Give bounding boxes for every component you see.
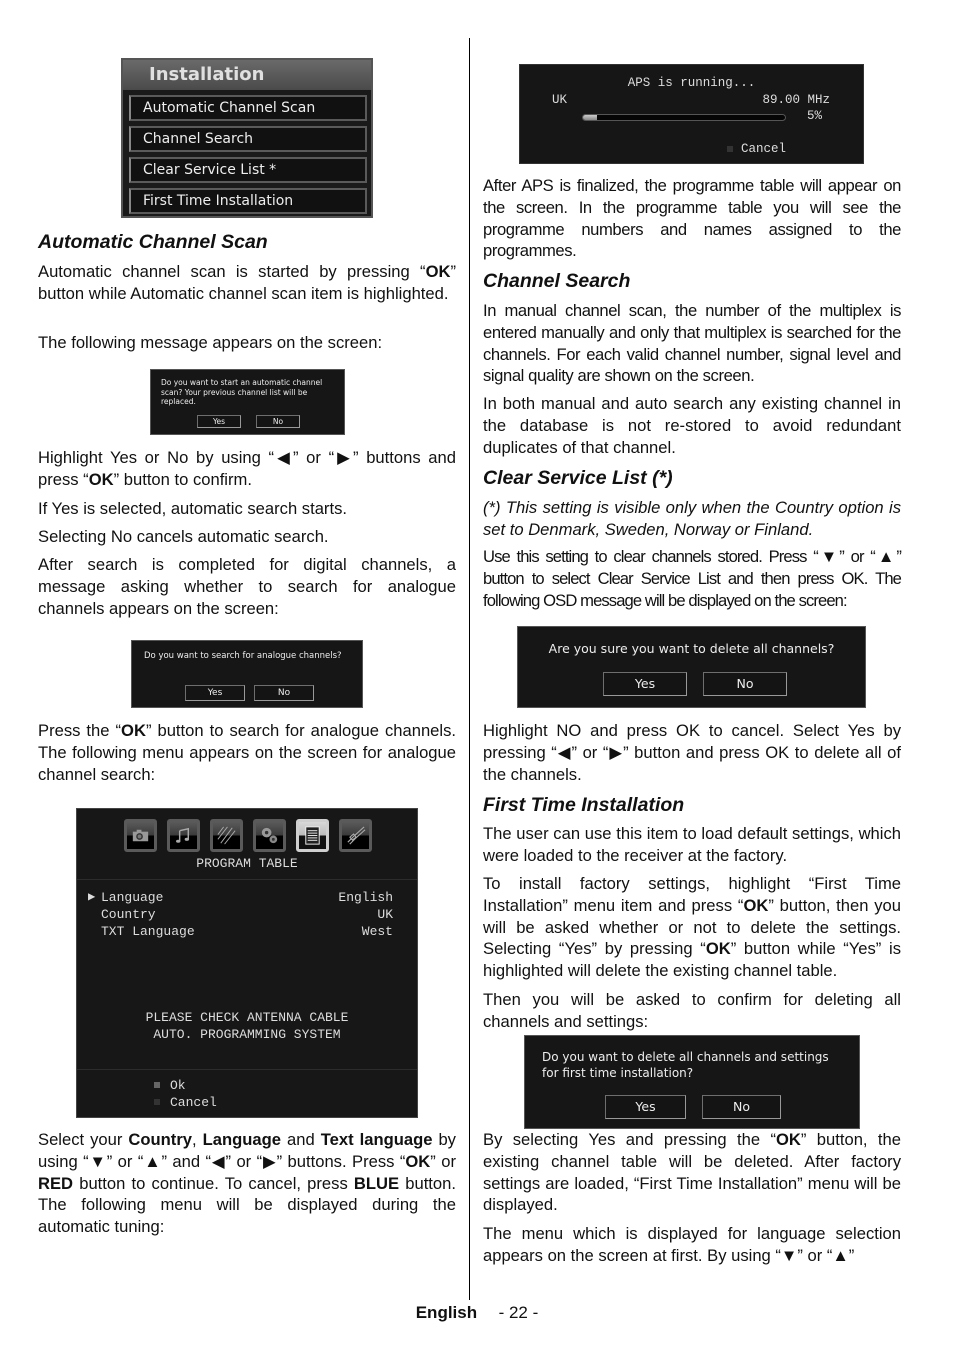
cable-connector-icon [339,819,372,852]
camera-icon [124,819,157,852]
row-label: Country [101,907,156,922]
document-list-icon [296,819,329,852]
program-table-ok-option: Ok [170,1078,186,1093]
heading-clear-service-list: Clear Service List (*) [483,467,673,489]
aps-country: UK [552,93,568,107]
aps-progress-bar [582,114,786,121]
program-table-screenshot: PROGRAM TABLE ▶ Language English Country… [76,808,418,1118]
ok-indicator-icon [154,1082,160,1088]
paragraph-after-search: After search is completed for digital ch… [38,555,456,618]
heading-first-time-installation: First Time Installation [483,794,685,816]
program-table-separator [77,879,417,880]
row-value: English [338,890,393,905]
dialog-first-time-screenshot: Do you want to delete all channels and s… [524,1035,860,1129]
paragraph-clear-channels: Use this setting to clear channels store… [483,547,902,610]
dialog-start-scan-no-button: No [256,415,300,428]
footer-page-number: - 22 - [498,1303,539,1322]
program-table-message-line2: AUTO. PROGRAMMING SYSTEM [153,1027,341,1042]
dialog-analogue-no-button: No [254,685,314,701]
program-table-row-language: ▶ Language English [88,890,393,905]
dialog-delete-all-message: Are you sure you want to delete all chan… [548,641,835,656]
dialog-first-time-no-button: No [702,1095,781,1119]
program-table-title: PROGRAM TABLE [196,856,298,871]
dialog-start-scan-yes-button: Yes [197,415,241,428]
row-label: TXT Language [101,924,195,939]
aps-frequency: 89.00 MHz [762,93,830,107]
cancel-indicator-icon [727,146,733,152]
installation-menu-screenshot: Installation Automatic Channel Scan Chan… [121,58,373,218]
menu-item-automatic-channel-scan: Automatic Channel Scan [129,95,367,121]
menu-item-channel-search: Channel Search [129,126,367,152]
paragraph-manual-auto-search: In both manual and auto search any exist… [483,394,901,457]
aps-title: APS is running... [627,76,756,90]
paragraph-select-country-language: Select your Country, Language and Text l… [38,1130,456,1237]
paragraph-by-selecting-yes: By selecting Yes and pressing the “OK” b… [483,1130,901,1215]
page-footer: English - 22 - [0,1303,954,1323]
paragraph-auto-scan-intro: Automatic channel scan is started by pre… [38,262,456,303]
aps-progress-fill [583,115,598,120]
dialog-analogue-screenshot: Do you want to search for analogue chann… [131,640,363,708]
sparkle-lines-icon [210,819,243,852]
paragraph-after-aps: After APS is finalized, the programme ta… [483,176,901,261]
dialog-delete-all-no-button: No [703,672,787,696]
menu-item-clear-service-list: Clear Service List * [129,157,367,183]
paragraph-highlight-no: Highlight NO and press OK to cancel. Sel… [483,721,901,784]
program-table-separator-bottom [77,1069,417,1070]
dialog-analogue-yes-button: Yes [185,685,245,701]
dialog-first-time-message: Do you want to delete all channels and s… [542,1050,829,1080]
installation-menu-title: Installation [123,60,371,90]
gears-icon [253,819,286,852]
paragraph-press-ok-analogue: Press the “OK” button to search for anal… [38,721,457,784]
paragraph-menu-language: The menu which is displayed for language… [483,1224,901,1265]
dialog-analogue-message: Do you want to search for analogue chann… [144,651,342,661]
paragraph-manual-scan: In manual channel scan, the number of th… [483,301,901,386]
program-table-cancel-option: Cancel [170,1095,217,1110]
dialog-delete-all-yes-button: Yes [603,672,687,696]
aps-running-screenshot: APS is running... UK 89.00 MHz 5% Cancel [519,64,864,164]
paragraph-if-yes: If Yes is selected, automatic search sta… [38,499,347,518]
row-value: West [361,924,393,939]
paragraph-load-defaults: The user can use this item to load defau… [483,824,901,865]
dialog-delete-all-screenshot: Are you sure you want to delete all chan… [517,626,866,708]
paragraph-confirm-delete: Then you will be asked to confirm for de… [483,990,901,1031]
paragraph-highlight-yes-no: Highlight Yes or No by using “◀” or “▶” … [38,448,456,489]
footer-language: English [415,1303,478,1322]
heading-automatic-channel-scan: Automatic Channel Scan [38,231,268,253]
music-notes-icon [167,819,200,852]
paragraph-selecting-no: Selecting No cancels automatic search. [38,527,329,546]
dialog-start-scan-message: Do you want to start an automatic channe… [161,378,323,406]
dialog-first-time-yes-button: Yes [605,1095,686,1119]
paragraph-following-message: The following message appears on the scr… [38,333,383,352]
row-value: UK [377,907,393,922]
heading-channel-search: Channel Search [483,270,631,292]
program-table-row-txt-language: TXT Language West [101,924,393,939]
aps-progress-label: 5% [807,109,823,123]
paragraph-install-factory: To install factory settings, highlight “… [483,874,902,981]
program-table-row-country: Country UK [101,907,393,922]
aps-cancel-option: Cancel [741,142,787,156]
dialog-start-scan-screenshot: Do you want to start an automatic channe… [150,369,345,435]
program-table-message-line1: PLEASE CHECK ANTENNA CABLE [145,1010,349,1025]
paragraph-country-note: (*) This setting is visible only when th… [483,498,901,539]
selection-arrow-icon: ▶ [88,890,96,904]
cancel-indicator-icon [154,1099,160,1105]
menu-item-first-time-installation: First Time Installation [129,188,367,214]
row-label: Language [101,890,164,905]
column-divider [469,38,470,1300]
